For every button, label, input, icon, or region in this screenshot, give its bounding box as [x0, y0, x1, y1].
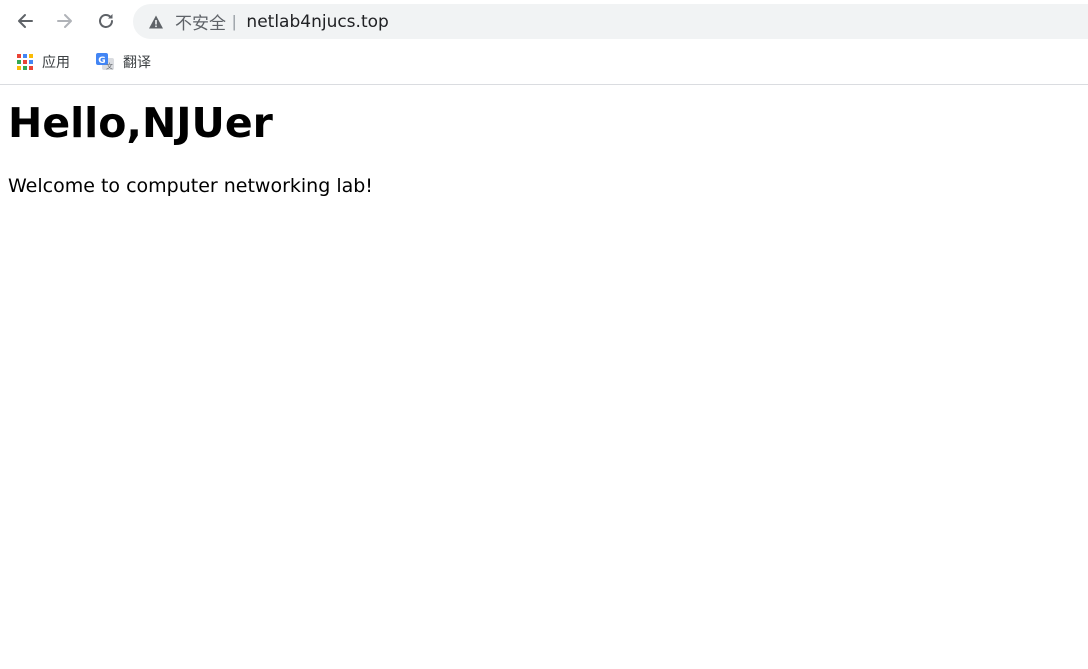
bookmark-apps[interactable]: 应用	[16, 49, 70, 75]
bookmark-label: 翻译	[123, 55, 151, 71]
warning-triangle-icon[interactable]	[147, 13, 165, 31]
bookmarks-bar: 应用 G 文 翻译	[0, 45, 1088, 79]
browser-toolbar: 不安全 | netlab4njucs.top	[0, 0, 1088, 42]
google-translate-icon: G 文	[96, 53, 114, 71]
bookmark-label: 应用	[42, 55, 70, 71]
url-text[interactable]: netlab4njucs.top	[246, 12, 388, 32]
arrow-right-icon	[57, 14, 72, 28]
page-heading: Hello,NJUer	[8, 99, 273, 147]
page-paragraph: Welcome to computer networking lab!	[8, 175, 373, 197]
forward-button[interactable]	[49, 5, 81, 37]
bookmark-translate[interactable]: G 文 翻译	[95, 49, 151, 75]
address-separator: |	[232, 11, 237, 31]
arrow-left-icon	[18, 14, 33, 28]
reload-button[interactable]	[90, 5, 122, 37]
browser-chrome: 不安全 | netlab4njucs.top 应用 G 文 翻译	[0, 0, 1088, 85]
apps-grid-icon	[17, 54, 33, 70]
security-status-label[interactable]: 不安全	[175, 9, 226, 34]
address-bar[interactable]: 不安全 | netlab4njucs.top	[133, 4, 1088, 39]
svg-text:文: 文	[106, 62, 113, 71]
reload-icon	[99, 14, 113, 28]
page-content: Hello,NJUer Welcome to computer networki…	[0, 99, 1088, 198]
back-button[interactable]	[9, 5, 41, 37]
svg-text:G: G	[98, 56, 105, 66]
